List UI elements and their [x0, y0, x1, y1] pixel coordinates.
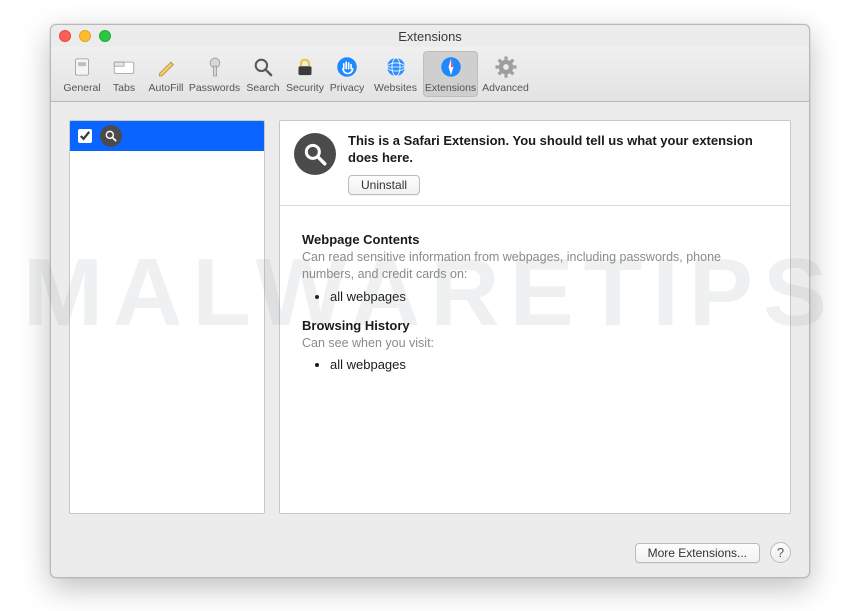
- extensions-sidebar: [69, 120, 265, 514]
- traffic-lights: [59, 30, 111, 42]
- perm-section-subtitle: Can see when you visit:: [302, 335, 768, 352]
- perm-section-title: Browsing History: [302, 318, 768, 333]
- perm-section-subtitle: Can read sensitive information from webp…: [302, 249, 768, 283]
- perm-bullet-list: all webpages: [302, 289, 768, 304]
- tab-label: Advanced: [482, 82, 529, 94]
- key-icon: [202, 54, 228, 80]
- tab-privacy[interactable]: Privacy: [326, 51, 368, 97]
- perm-section-title: Webpage Contents: [302, 232, 768, 247]
- tab-extensions[interactable]: Extensions: [423, 51, 478, 97]
- preferences-window: Extensions General Tabs AutoFill: [50, 24, 810, 578]
- tab-tabs[interactable]: Tabs: [103, 51, 145, 97]
- content-area: This is a Safari Extension. You should t…: [51, 102, 809, 532]
- extension-list-item[interactable]: [70, 121, 264, 151]
- more-extensions-button[interactable]: More Extensions...: [635, 543, 760, 563]
- perm-bullet-list: all webpages: [302, 357, 768, 372]
- search-icon: [104, 129, 118, 143]
- search-icon: [250, 54, 276, 80]
- perm-bullet: all webpages: [330, 289, 768, 304]
- extension-enable-checkbox[interactable]: [78, 129, 92, 143]
- extension-header: This is a Safari Extension. You should t…: [280, 121, 790, 206]
- globe-icon: [383, 54, 409, 80]
- titlebar: Extensions: [51, 25, 809, 47]
- close-window-button[interactable]: [59, 30, 71, 42]
- tab-advanced[interactable]: Advanced: [478, 51, 533, 97]
- tab-label: Extensions: [425, 82, 476, 94]
- extension-description: This is a Safari Extension. You should t…: [348, 133, 776, 167]
- tab-label: Passwords: [189, 82, 240, 94]
- hand-icon: [334, 54, 360, 80]
- help-button[interactable]: ?: [770, 542, 791, 563]
- pencil-icon: [153, 54, 179, 80]
- tab-label: AutoFill: [148, 82, 183, 94]
- permissions-section: Webpage Contents Can read sensitive info…: [280, 206, 790, 397]
- switch-icon: [69, 54, 95, 80]
- tab-autofill[interactable]: AutoFill: [145, 51, 187, 97]
- tab-label: Security: [286, 82, 324, 94]
- tab-general[interactable]: General: [61, 51, 103, 97]
- extension-detail-icon: [294, 133, 336, 175]
- window-footer: More Extensions... ?: [51, 532, 809, 577]
- uninstall-button[interactable]: Uninstall: [348, 175, 420, 195]
- extension-detail-panel: This is a Safari Extension. You should t…: [279, 120, 791, 514]
- lock-icon: [292, 54, 318, 80]
- tab-websites[interactable]: Websites: [368, 51, 423, 97]
- tab-passwords[interactable]: Passwords: [187, 51, 242, 97]
- compass-icon: [438, 54, 464, 80]
- perm-bullet: all webpages: [330, 357, 768, 372]
- tab-label: General: [63, 82, 100, 94]
- tab-search[interactable]: Search: [242, 51, 284, 97]
- gear-icon: [493, 54, 519, 80]
- tabs-icon: [111, 54, 137, 80]
- search-icon: [302, 141, 328, 167]
- preferences-toolbar: General Tabs AutoFill Passwords: [51, 47, 809, 102]
- extension-info: This is a Safari Extension. You should t…: [348, 133, 776, 195]
- tab-security[interactable]: Security: [284, 51, 326, 97]
- tab-label: Websites: [374, 82, 417, 94]
- tab-label: Privacy: [330, 82, 364, 94]
- window-title: Extensions: [51, 29, 809, 44]
- tab-label: Search: [246, 82, 279, 94]
- tab-label: Tabs: [113, 82, 135, 94]
- zoom-window-button[interactable]: [99, 30, 111, 42]
- extension-item-icon: [100, 125, 122, 147]
- minimize-window-button[interactable]: [79, 30, 91, 42]
